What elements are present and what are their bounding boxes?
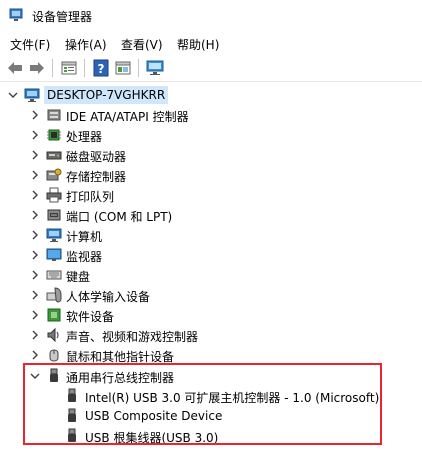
- tree-item-label: 键盘: [66, 270, 91, 284]
- processor-icon: [47, 129, 61, 141]
- tree-child-usb-root-hub[interactable]: USB 根集线器(USB 3.0): [0, 426, 422, 446]
- tree-item-label: 人体学输入设备: [66, 290, 151, 304]
- title-bar: 设备管理器: [0, 0, 422, 31]
- tree-child-usb-composite[interactable]: USB Composite Device: [0, 406, 422, 426]
- menu-help[interactable]: 帮助(H): [177, 36, 219, 53]
- properties-icon[interactable]: [60, 59, 78, 77]
- menu-action[interactable]: 操作(A): [65, 36, 107, 53]
- computer-name: DESKTOP-7VGHKRR: [44, 86, 169, 104]
- mouse-icon: [49, 349, 59, 362]
- tree-item-keyboard[interactable]: 键盘: [0, 265, 422, 285]
- tree-item-label: 存储控制器: [66, 170, 127, 184]
- storage-controller-icon: [46, 168, 62, 181]
- port-icon: [47, 209, 61, 221]
- chevron-right-icon[interactable]: [30, 270, 40, 280]
- chevron-right-icon[interactable]: [30, 110, 40, 120]
- chevron-right-icon[interactable]: [30, 290, 40, 300]
- chevron-right-icon[interactable]: [30, 210, 40, 220]
- back-icon[interactable]: [6, 59, 24, 77]
- usb-icon: [68, 388, 76, 402]
- tree-item-sound[interactable]: 声音、视频和游戏控制器: [0, 325, 422, 345]
- tree-item-label: 鼠标和其他指针设备: [66, 350, 175, 364]
- tree-item-label: 打印队列: [66, 190, 115, 204]
- tree-item-label: 通用串行总线控制器: [66, 371, 175, 385]
- chevron-right-icon[interactable]: [30, 190, 40, 200]
- tree-item-software[interactable]: 软件设备: [0, 305, 422, 325]
- usb-icon: [50, 368, 58, 382]
- tree-item-usb[interactable]: 通用串行总线控制器: [0, 366, 422, 386]
- tree-item-label: USB Composite Device: [85, 409, 223, 423]
- chevron-right-icon[interactable]: [30, 350, 40, 360]
- device-tree: DESKTOP-7VGHKRR IDE ATA/ATAPI 控制器 处理器 磁盘…: [0, 82, 422, 449]
- tree-root[interactable]: DESKTOP-7VGHKRR: [0, 85, 422, 105]
- chevron-down-icon[interactable]: [30, 371, 40, 381]
- ide-controller-icon: [47, 109, 61, 121]
- tree-item-label: 磁盘驱动器: [66, 150, 127, 164]
- chevron-right-icon[interactable]: [30, 150, 40, 160]
- printer-icon: [46, 187, 62, 203]
- disk-drive-icon: [46, 151, 62, 160]
- menu-view[interactable]: 查看(V): [121, 36, 163, 53]
- chevron-down-icon[interactable]: [8, 90, 18, 100]
- tree-item-hid[interactable]: 人体学输入设备: [0, 285, 422, 305]
- tree-item-monitor[interactable]: 监视器: [0, 245, 422, 265]
- scan-hardware-icon[interactable]: [146, 59, 164, 77]
- hid-icon: [46, 287, 62, 303]
- tree-child-intel-usb[interactable]: Intel(R) USB 3.0 可扩展主机控制器 - 1.0 (Microso…: [0, 386, 422, 406]
- window-title: 设备管理器: [32, 10, 93, 24]
- device-manager-icon: [9, 8, 23, 21]
- tree-item-label: 计算机: [66, 230, 103, 244]
- menu-bar: 文件(F) 操作(A) 查看(V) 帮助(H): [0, 31, 422, 55]
- chevron-right-icon[interactable]: [30, 170, 40, 180]
- usb-icon: [68, 408, 76, 422]
- toolbar-separator: [52, 59, 53, 77]
- tree-item-label: Intel(R) USB 3.0 可扩展主机控制器 - 1.0 (Microso…: [85, 391, 380, 405]
- chevron-right-icon[interactable]: [30, 330, 40, 340]
- software-device-icon: [47, 308, 61, 322]
- chevron-right-icon[interactable]: [30, 230, 40, 240]
- svg-text:?: ?: [98, 62, 105, 76]
- tree-item-label: 端口 (COM 和 LPT): [66, 210, 173, 224]
- tree-item-ide[interactable]: IDE ATA/ATAPI 控制器: [0, 105, 422, 125]
- help-icon[interactable]: ?: [92, 59, 110, 77]
- tree-item-ports[interactable]: 端口 (COM 和 LPT): [0, 205, 422, 225]
- speaker-icon: [47, 327, 59, 343]
- keyboard-icon: [46, 270, 62, 280]
- chevron-right-icon[interactable]: [30, 310, 40, 320]
- toolbar-separator: [84, 59, 85, 77]
- toolbar-separator: [138, 59, 139, 77]
- tree-item-mouse[interactable]: 鼠标和其他指针设备: [0, 345, 422, 365]
- view-icon[interactable]: [114, 59, 132, 77]
- tree-item-storage[interactable]: 存储控制器: [0, 165, 422, 185]
- chevron-right-icon[interactable]: [30, 250, 40, 260]
- tree-item-processor[interactable]: 处理器: [0, 125, 422, 145]
- toolbar: ?: [0, 55, 422, 82]
- tree-item-label: 软件设备: [66, 310, 115, 324]
- monitor-icon: [46, 248, 62, 261]
- computer-icon: [24, 88, 40, 102]
- tree-item-disk[interactable]: 磁盘驱动器: [0, 145, 422, 165]
- tree-item-computer[interactable]: 计算机: [0, 225, 422, 245]
- usb-icon: [68, 428, 76, 442]
- tree-item-label: 声音、视频和游戏控制器: [66, 330, 199, 344]
- tree-item-printer[interactable]: 打印队列: [0, 185, 422, 205]
- tree-item-label: 处理器: [66, 130, 103, 144]
- chevron-right-icon[interactable]: [30, 130, 40, 140]
- tree-item-label: USB 根集线器(USB 3.0): [85, 431, 219, 445]
- tree-item-label: IDE ATA/ATAPI 控制器: [66, 110, 189, 124]
- tree-item-label: 监视器: [66, 250, 103, 264]
- computer-icon: [46, 228, 62, 242]
- menu-file[interactable]: 文件(F): [10, 36, 50, 53]
- forward-icon[interactable]: [28, 59, 46, 77]
